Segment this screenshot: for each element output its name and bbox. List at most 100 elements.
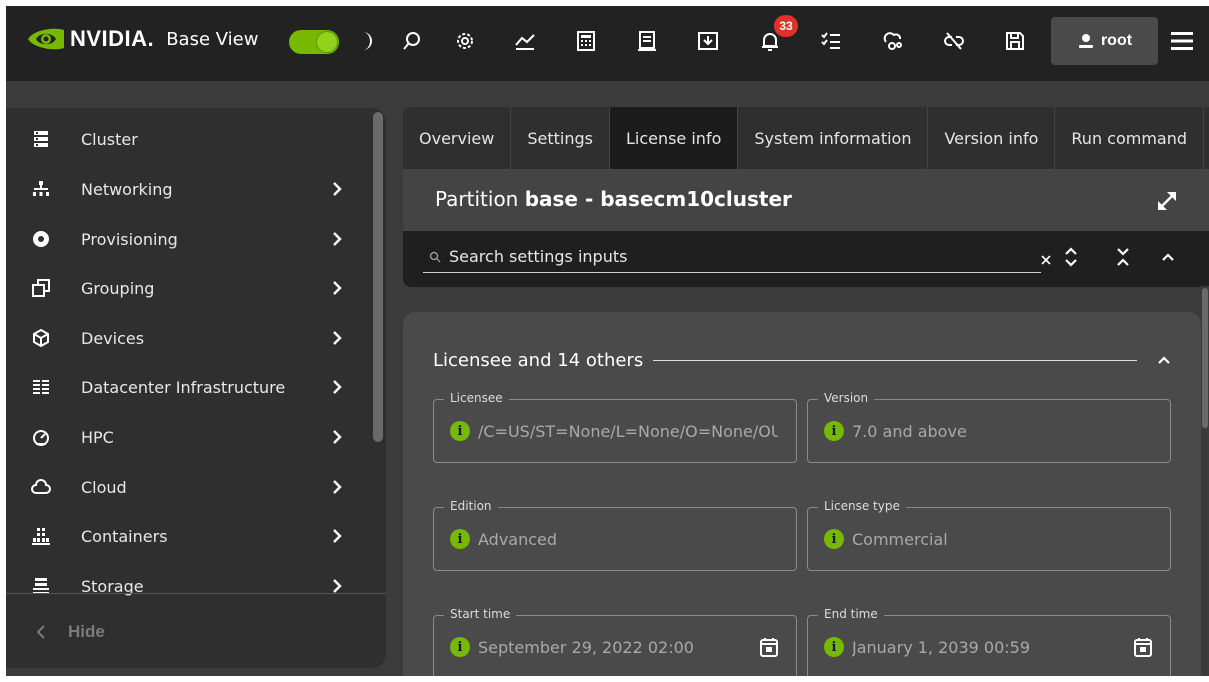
partition-header: Partition base - basecm10cluster <box>403 169 1209 231</box>
logo[interactable]: NVIDIA. Base View <box>26 26 258 52</box>
end-time-field[interactable]: End time i January 1, 2039 00:59 <box>807 607 1171 676</box>
sidebar-item-devices[interactable]: Devices <box>6 318 372 358</box>
sidebar-item-containers[interactable]: Containers <box>6 516 372 556</box>
chevron-right-icon <box>333 331 342 345</box>
sidebar-item-cloud[interactable]: Cloud <box>6 467 372 507</box>
field-value: January 1, 2039 00:59 <box>852 638 1031 657</box>
field-label: End time <box>818 607 884 621</box>
field-label: Version <box>818 391 875 405</box>
search-icon[interactable] <box>398 26 426 56</box>
hamburger-menu-icon[interactable] <box>1168 29 1198 53</box>
gauge-icon <box>30 426 52 448</box>
sidebar-item-label: Devices <box>81 328 145 348</box>
info-icon[interactable]: i <box>824 637 844 657</box>
calendar-icon[interactable] <box>758 636 780 658</box>
field-label: Licensee <box>444 391 509 405</box>
hide-sidebar-button[interactable]: Hide <box>34 622 105 642</box>
app-window: NVIDIA. Base View 33 root Cluster Networ… <box>6 6 1209 676</box>
scrollbar-thumb[interactable] <box>1202 288 1208 428</box>
page-title: Partition base - basecm10cluster <box>435 187 792 211</box>
document-icon[interactable] <box>633 26 661 56</box>
field-value: 7.0 and above <box>852 422 967 441</box>
tab-license-info[interactable]: License info <box>609 107 739 169</box>
expand-icon[interactable] <box>1155 189 1179 213</box>
chevron-right-icon <box>333 281 342 295</box>
field-label: Start time <box>444 607 517 621</box>
sidebar-scrollbar[interactable] <box>373 112 383 442</box>
theme-toggle[interactable] <box>289 30 339 54</box>
cube-icon <box>30 327 52 349</box>
chart-icon[interactable] <box>511 26 539 56</box>
sidebar-item-grouping[interactable]: Grouping <box>6 268 372 308</box>
field-value: /C=US/ST=None/L=None/O=None/OU <box>478 422 778 441</box>
license-panel: Licensee and 14 others Licensee i /C=US/… <box>403 312 1201 676</box>
tab-system-information[interactable]: System information <box>738 107 929 169</box>
start-time-field[interactable]: Start time i September 29, 2022 02:00 <box>433 607 797 676</box>
server-icon <box>30 128 52 150</box>
sidebar-divider <box>6 593 386 594</box>
chevron-right-icon <box>333 182 342 196</box>
sidebar-item-hpc[interactable]: HPC <box>6 417 372 457</box>
calendar-icon[interactable] <box>1132 636 1154 658</box>
moon-icon[interactable] <box>352 26 380 56</box>
sidebar-item-networking[interactable]: Networking <box>6 169 372 209</box>
expand-all-icon[interactable] <box>1061 245 1081 269</box>
top-bar: NVIDIA. Base View 33 root <box>6 6 1209 81</box>
disc-icon <box>30 228 52 250</box>
sidebar-item-label: Containers <box>81 526 168 546</box>
hide-label: Hide <box>68 622 105 641</box>
sidebar-item-label: Provisioning <box>81 229 178 249</box>
info-icon[interactable]: i <box>450 421 470 441</box>
unlink-icon[interactable] <box>940 26 968 56</box>
info-icon[interactable]: i <box>450 529 470 549</box>
collapse-all-icon[interactable] <box>1113 245 1133 269</box>
user-icon <box>1078 34 1093 48</box>
calculator-icon[interactable] <box>572 26 600 56</box>
save-icon[interactable] <box>1001 26 1029 56</box>
sidebar-item-label: Grouping <box>81 278 155 298</box>
search-input[interactable] <box>449 245 1009 267</box>
sidebar-item-storage[interactable]: Storage <box>6 566 372 606</box>
sidebar-item-datacenter-infrastructure[interactable]: Datacenter Infrastructure <box>6 367 372 407</box>
edition-field[interactable]: Edition i Advanced <box>433 499 797 571</box>
toggle-knob <box>317 32 337 52</box>
info-icon[interactable]: i <box>824 421 844 441</box>
chevron-up-icon[interactable] <box>1158 245 1178 269</box>
info-icon[interactable]: i <box>450 637 470 657</box>
sidebar-item-label: Networking <box>81 179 173 199</box>
clear-icon[interactable] <box>1039 253 1053 267</box>
licensee-field[interactable]: Licensee i /C=US/ST=None/L=None/O=None/O… <box>433 391 797 463</box>
network-icon <box>30 178 52 200</box>
license-type-field[interactable]: License type i Commercial <box>807 499 1171 571</box>
task-list-icon[interactable] <box>817 26 845 56</box>
section-header[interactable]: Licensee and 14 others <box>433 348 1173 372</box>
download-icon[interactable] <box>694 26 722 56</box>
section-divider <box>653 359 1137 361</box>
chevron-right-icon <box>333 380 342 394</box>
user-name: root <box>1100 32 1133 49</box>
tab-version-info[interactable]: Version info <box>928 107 1056 169</box>
sidebar-item-provisioning[interactable]: Provisioning <box>6 219 372 259</box>
product-name: Base View <box>166 28 259 50</box>
settings-search-bar <box>403 231 1209 287</box>
chevron-up-icon[interactable] <box>1155 351 1173 369</box>
cloud-gears-icon[interactable] <box>879 26 907 56</box>
title-prefix: Partition <box>435 187 519 211</box>
version-field[interactable]: Version i 7.0 and above <box>807 391 1171 463</box>
nvidia-eye-icon <box>28 28 64 50</box>
settings-icon[interactable] <box>451 26 479 56</box>
sidebar-item-cluster[interactable]: Cluster <box>6 119 372 159</box>
tab-settings[interactable]: Settings <box>511 107 610 169</box>
tab-run-command[interactable]: Run command <box>1055 107 1205 169</box>
user-menu-button[interactable]: root <box>1051 17 1158 65</box>
section-title: Licensee and 14 others <box>433 349 644 371</box>
info-icon[interactable]: i <box>824 529 844 549</box>
rack-icon <box>30 376 52 398</box>
content-scrollbar[interactable] <box>1201 286 1209 676</box>
tab-bar: Overview Settings License info System in… <box>403 107 1209 169</box>
search-field <box>423 239 1051 273</box>
sidebar-item-label: Datacenter Infrastructure <box>81 377 286 397</box>
notification-badge: 33 <box>774 15 798 37</box>
sidebar-item-label: HPC <box>81 427 114 447</box>
tab-overview[interactable]: Overview <box>403 107 512 169</box>
